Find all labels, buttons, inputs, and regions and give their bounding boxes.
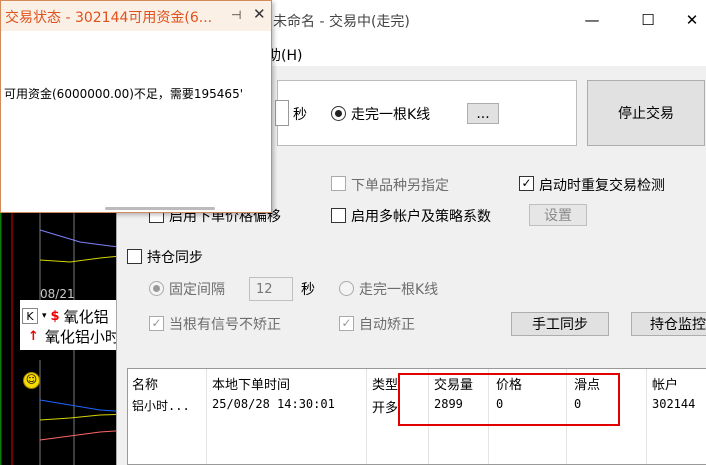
menu-help[interactable]: 助(H) xyxy=(267,45,302,65)
k-period-box[interactable]: K xyxy=(22,308,38,324)
cell-account[interactable]: 302144 xyxy=(652,397,695,411)
bar-complete-radio[interactable] xyxy=(331,106,346,121)
fixed-interval-label: 固定间隔 xyxy=(169,282,225,298)
smiley-icon: ☺ xyxy=(23,372,40,389)
seconds-input[interactable] xyxy=(275,100,289,126)
cell-name[interactable]: 铝小时... xyxy=(132,397,190,414)
restart-check-label: 启动时重复交易检测 xyxy=(539,178,665,194)
header-order-time[interactable]: 本地下单时间 xyxy=(212,374,290,393)
stop-trading-button[interactable]: 停止交易 xyxy=(587,80,705,146)
no-correct-checkbox[interactable]: ✓ xyxy=(149,316,164,331)
header-account[interactable]: 帐户 xyxy=(652,374,678,393)
close-button[interactable]: ✕ xyxy=(677,8,706,32)
pin-icon[interactable]: ⊣ xyxy=(231,8,241,22)
popup-message: 可用资金(6000000.00)不足，需要195465' xyxy=(4,87,243,101)
position-sync-checkbox[interactable] xyxy=(127,249,142,264)
interval-seconds-label: 秒 xyxy=(301,282,315,298)
column-separator xyxy=(366,369,367,464)
sync-bar-complete-radio[interactable] xyxy=(339,281,354,296)
bar-complete-label: 走完一根K线 xyxy=(351,107,431,123)
restart-check-checkbox[interactable]: ✓ xyxy=(519,176,534,191)
auto-correct-checkbox[interactable]: ✓ xyxy=(339,316,354,331)
popup-close-icon[interactable]: ✕ xyxy=(253,5,266,23)
column-separator xyxy=(646,369,647,464)
no-correct-label: 当根有信号不矫正 xyxy=(169,317,281,333)
auto-correct-label: 自动矫正 xyxy=(359,317,415,333)
popup-scrollbar[interactable] xyxy=(105,207,215,210)
header-type[interactable]: 类型 xyxy=(372,374,398,393)
cell-order-time[interactable]: 25/08/28 14:30:01 xyxy=(212,397,335,411)
seconds-label: 秒 xyxy=(293,107,307,123)
chart-header-row: K ▾ $ 氧化铝 xyxy=(22,307,109,326)
sync-bar-complete-label: 走完一根K线 xyxy=(359,282,439,298)
dollar-icon: $ xyxy=(50,308,60,324)
order-variety-label: 下单品种另指定 xyxy=(351,178,449,194)
chart-date-label: 08/21 xyxy=(40,287,75,301)
instrument-name: 氧化铝 xyxy=(63,307,109,326)
interval-input[interactable]: 12 xyxy=(249,277,293,301)
more-options-button[interactable]: ... xyxy=(467,103,499,124)
order-variety-checkbox[interactable] xyxy=(331,176,346,191)
manual-sync-button[interactable]: 手工同步 xyxy=(511,312,609,336)
settings-button[interactable]: 设置 xyxy=(529,204,587,226)
chart-subheader-row: ↑ 氧化铝小时 xyxy=(28,326,120,347)
minimize-button[interactable]: — xyxy=(577,8,607,32)
multi-account-label: 启用多帐户及策略系数 xyxy=(351,209,491,225)
cell-type[interactable]: 开多 xyxy=(372,397,398,416)
trade-status-popup: 交易状态 - 302144可用资金(6... ⊣ ✕ 可用资金(6000000.… xyxy=(0,0,272,213)
multi-account-checkbox[interactable] xyxy=(331,208,346,223)
maximize-button[interactable]: ☐ xyxy=(633,8,663,32)
position-monitor-button[interactable]: 持仓监控 xyxy=(631,312,706,336)
popup-title: 交易状态 - 302144可用资金(6... xyxy=(5,10,213,26)
highlight-annotation xyxy=(398,373,620,426)
column-separator xyxy=(206,369,207,464)
window-title: 未命名 - 交易中(走完) xyxy=(273,14,410,30)
instrument-name-hourly: 氧化铝小时 xyxy=(44,328,120,346)
fixed-interval-radio[interactable] xyxy=(149,281,164,296)
popup-title-bar: 交易状态 - 302144可用资金(6... ⊣ ✕ xyxy=(1,1,271,31)
position-sync-label: 持仓同步 xyxy=(147,250,203,266)
header-name[interactable]: 名称 xyxy=(132,374,158,393)
chevron-down-icon[interactable]: ▾ xyxy=(42,311,47,321)
up-arrow-icon: ↑ xyxy=(28,329,39,344)
